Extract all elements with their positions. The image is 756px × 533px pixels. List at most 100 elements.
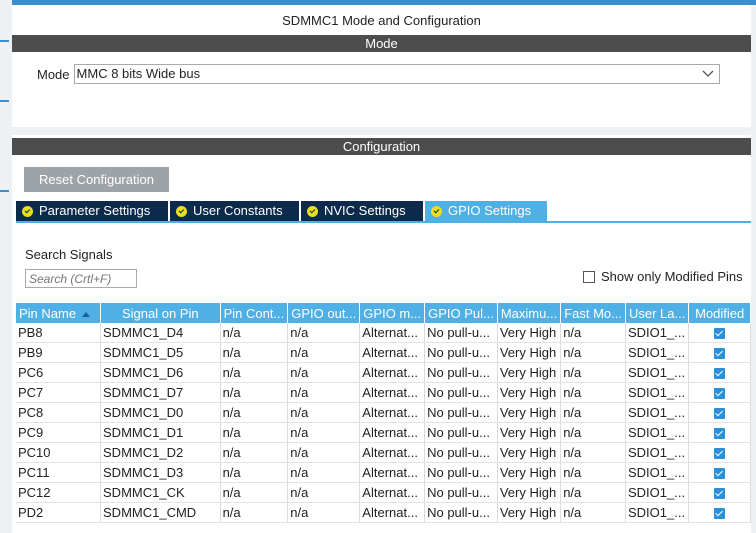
- table-row[interactable]: PC12 SDMMC1_CK n/a n/a Alternat... No pull-u.…: [16, 482, 751, 503]
- modified-cell: [688, 462, 751, 483]
- column-header-signal[interactable]: Signal on Pin: [100, 303, 221, 323]
- show-modified-checkbox[interactable]: [583, 270, 595, 283]
- gpio-mode-cell: Alternat...: [359, 462, 426, 483]
- modified-checkbox[interactable]: [714, 508, 726, 520]
- tab-user-constants[interactable]: User Constants: [170, 201, 299, 221]
- column-header-gpio-mode[interactable]: GPIO m...: [359, 303, 426, 323]
- pin-context-cell: n/a: [220, 362, 289, 383]
- gpio-output-cell: n/a: [287, 482, 361, 503]
- modified-checkbox[interactable]: [714, 388, 726, 400]
- settings-tabs: Parameter Settings User Constants NVIC S…: [16, 201, 549, 221]
- table-row[interactable]: PC8 SDMMC1_D0 n/a n/a Alternat... No pull-u..…: [16, 402, 751, 423]
- fast-mode-cell: n/a: [560, 442, 626, 463]
- column-header-pin-name[interactable]: Pin Name: [16, 303, 102, 323]
- table-row[interactable]: PB8 SDMMC1_D4 n/a n/a Alternat... No pull-u..…: [16, 323, 751, 343]
- gpio-pull-cell: No pull-u...: [424, 422, 498, 443]
- gpio-mode-cell: Alternat...: [359, 442, 426, 463]
- gpio-pull-cell: No pull-u...: [424, 462, 498, 483]
- user-label-cell: SDIO1_...: [625, 362, 690, 383]
- column-header-fast-mode[interactable]: Fast Mo...: [560, 303, 626, 323]
- pin-context-cell: n/a: [220, 482, 289, 503]
- pin-context-cell: n/a: [220, 342, 289, 363]
- fast-mode-cell: n/a: [560, 502, 626, 523]
- show-modified-option[interactable]: Show only Modified Pins: [583, 269, 743, 284]
- fast-mode-cell: n/a: [560, 342, 626, 363]
- gpio-mode-cell: Alternat...: [359, 422, 426, 443]
- max-speed-cell: Very High: [497, 442, 562, 463]
- pin-name-cell: PC10: [16, 442, 102, 463]
- gpio-pull-cell: No pull-u...: [424, 323, 498, 343]
- mode-section-header: Mode: [12, 35, 751, 52]
- pin-context-cell: n/a: [220, 442, 289, 463]
- modified-checkbox[interactable]: [714, 368, 726, 380]
- modified-checkbox[interactable]: [714, 488, 726, 500]
- search-input[interactable]: [25, 269, 137, 288]
- gpio-output-cell: n/a: [287, 422, 361, 443]
- column-header-gpio-pull[interactable]: GPIO Pul...: [424, 303, 498, 323]
- max-speed-cell: Very High: [497, 502, 562, 523]
- scrollbar[interactable]: [751, 5, 756, 533]
- user-label-cell: SDIO1_...: [625, 342, 690, 363]
- mode-label: Mode: [37, 66, 70, 82]
- column-header-modified[interactable]: Modified: [688, 303, 751, 323]
- gpio-output-cell: n/a: [287, 323, 361, 343]
- table-row[interactable]: PC9 SDMMC1_D1 n/a n/a Alternat... No pull-u..…: [16, 422, 751, 443]
- strip-marker: [0, 100, 9, 102]
- table-row[interactable]: PB9 SDMMC1_D5 n/a n/a Alternat... No pull-u..…: [16, 342, 751, 363]
- signal-cell: SDMMC1_D6: [100, 362, 221, 383]
- gpio-mode-cell: Alternat...: [359, 382, 426, 403]
- modified-checkbox[interactable]: [714, 428, 726, 440]
- modified-cell: [688, 323, 751, 343]
- user-label-cell: SDIO1_...: [625, 382, 690, 403]
- mode-select[interactable]: MMC 8 bits Wide bus: [73, 64, 720, 84]
- signal-cell: SDMMC1_D0: [100, 402, 221, 423]
- signal-cell: SDMMC1_CMD: [100, 502, 221, 523]
- max-speed-cell: Very High: [497, 482, 562, 503]
- max-speed-cell: Very High: [497, 382, 562, 403]
- pin-name-cell: PB9: [16, 342, 102, 363]
- show-modified-label: Show only Modified Pins: [601, 269, 743, 284]
- modified-checkbox[interactable]: [714, 468, 726, 480]
- tab-underline: [16, 221, 751, 223]
- column-header-max-speed[interactable]: Maximu...: [497, 303, 562, 323]
- table-row[interactable]: PC11 SDMMC1_D3 n/a n/a Alternat... No pull-u.…: [16, 462, 751, 483]
- pin-context-cell: n/a: [220, 462, 289, 483]
- check-icon: [431, 205, 442, 217]
- table-row[interactable]: PD2 SDMMC1_CMD n/a n/a Alternat... No pull-u.…: [16, 502, 751, 523]
- column-header-pin-context[interactable]: Pin Cont...: [220, 303, 289, 323]
- gpio-mode-cell: Alternat...: [359, 482, 426, 503]
- tab-gpio-settings[interactable]: GPIO Settings: [425, 201, 547, 221]
- user-label-cell: SDIO1_...: [625, 323, 690, 343]
- max-speed-cell: Very High: [497, 462, 562, 483]
- strip-marker: [0, 40, 9, 42]
- modified-checkbox[interactable]: [714, 348, 726, 360]
- panel-title: SDMMC1 Mode and Configuration: [282, 13, 481, 28]
- modified-checkbox[interactable]: [714, 448, 726, 460]
- gpio-pull-cell: No pull-u...: [424, 342, 498, 363]
- check-icon: [22, 205, 33, 217]
- modified-cell: [688, 442, 751, 463]
- gpio-output-cell: n/a: [287, 342, 361, 363]
- tab-nvic-settings[interactable]: NVIC Settings: [301, 201, 423, 221]
- signal-cell: SDMMC1_D7: [100, 382, 221, 403]
- config-panel: SDMMC1 Mode and Configuration Mode Mode …: [12, 5, 751, 533]
- modified-cell: [688, 502, 751, 523]
- table-row[interactable]: PC6 SDMMC1_D6 n/a n/a Alternat... No pull-u..…: [16, 362, 751, 383]
- mode-select-value: MMC 8 bits Wide bus: [76, 66, 201, 81]
- signal-cell: SDMMC1_D3: [100, 462, 221, 483]
- mode-row: Mode MMC 8 bits Wide bus: [37, 64, 720, 84]
- modified-checkbox[interactable]: [714, 328, 726, 340]
- pin-name-cell: PD2: [16, 502, 102, 523]
- modified-checkbox[interactable]: [714, 408, 726, 420]
- strip-marker: [0, 190, 9, 192]
- reset-configuration-button[interactable]: Reset Configuration: [24, 167, 169, 192]
- column-header-user-label[interactable]: User La...: [625, 303, 690, 323]
- gpio-pull-cell: No pull-u...: [424, 382, 498, 403]
- column-header-gpio-output[interactable]: GPIO out...: [287, 303, 361, 323]
- table-row[interactable]: PC10 SDMMC1_D2 n/a n/a Alternat... No pull-u.…: [16, 442, 751, 463]
- table-row[interactable]: PC7 SDMMC1_D7 n/a n/a Alternat... No pull-u..…: [16, 382, 751, 403]
- gpio-output-cell: n/a: [287, 502, 361, 523]
- max-speed-cell: Very High: [497, 362, 562, 383]
- tab-parameter-settings[interactable]: Parameter Settings: [16, 201, 168, 221]
- max-speed-cell: Very High: [497, 422, 562, 443]
